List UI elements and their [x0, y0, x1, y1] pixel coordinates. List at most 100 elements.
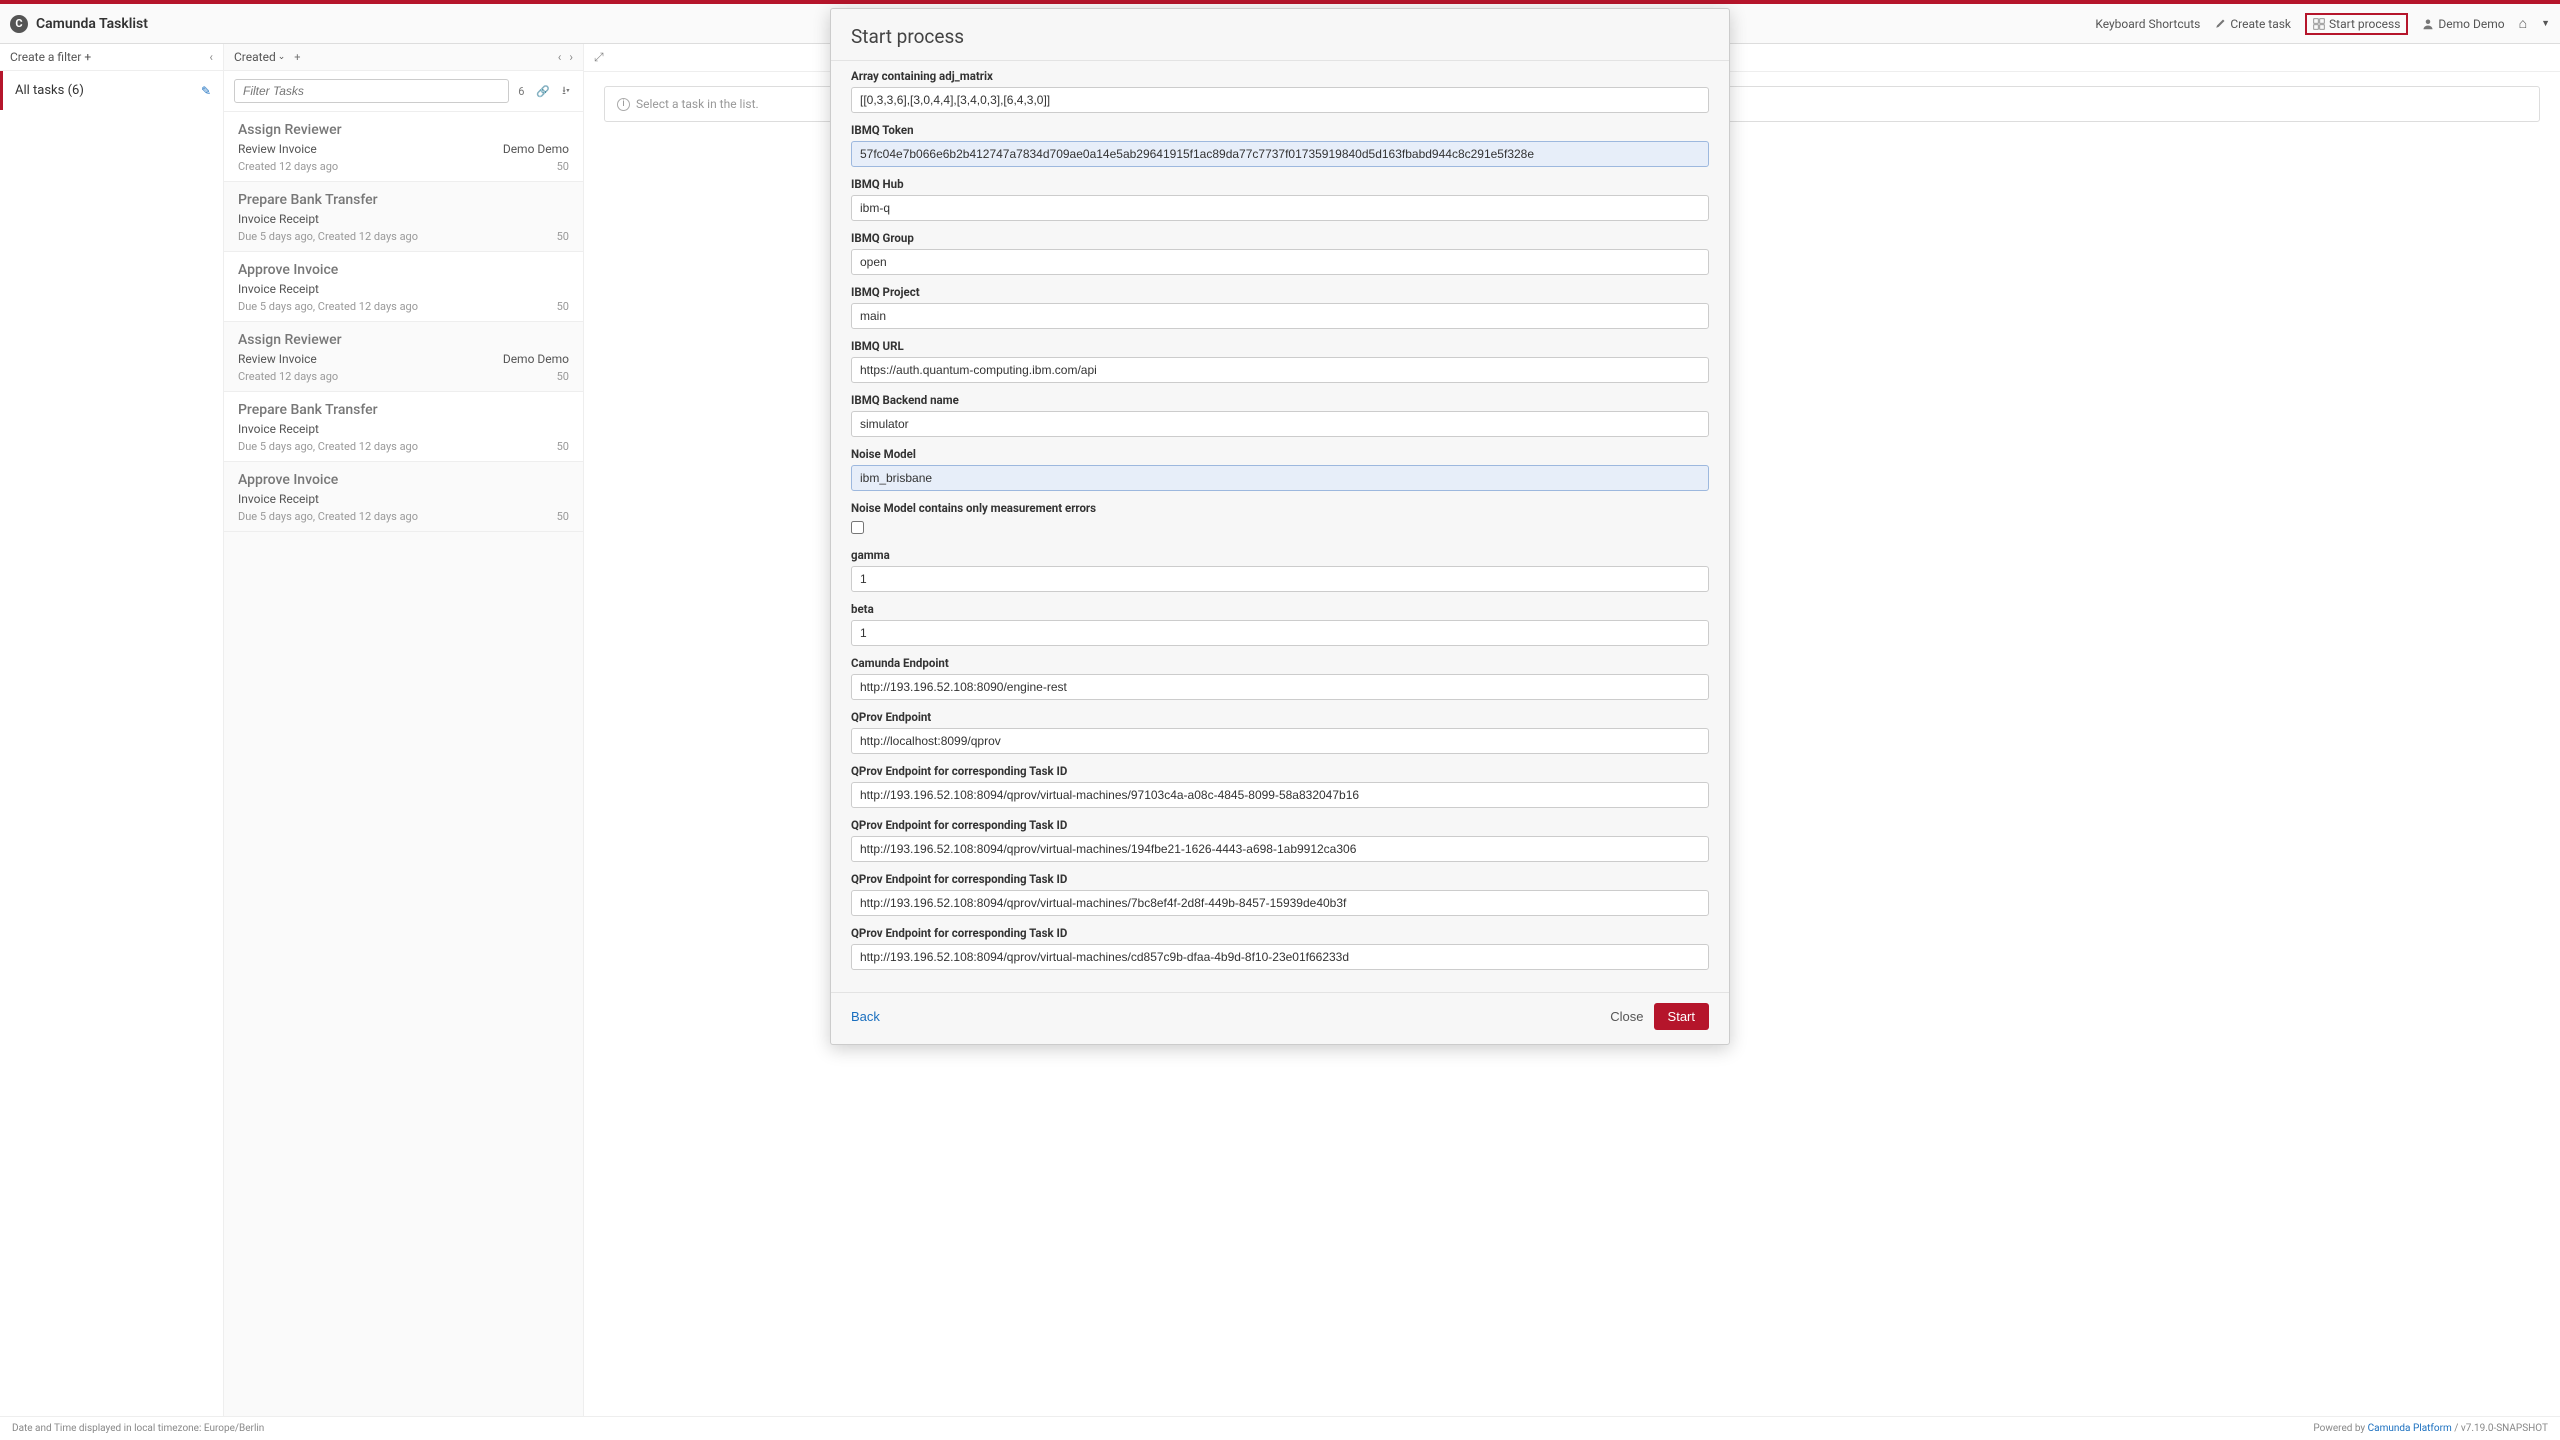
task-card[interactable]: Approve InvoiceInvoice ReceiptDue 5 days…	[224, 462, 583, 532]
form-group: Array containing adj_matrix	[851, 69, 1709, 113]
user-menu[interactable]: Demo Demo	[2422, 17, 2504, 31]
footer-powered-post: / v7.19.0-SNAPSHOT	[2452, 1423, 2548, 1434]
form-group: IBMQ Hub	[851, 177, 1709, 221]
footer-timezone: Date and Time displayed in local timezon…	[12, 1423, 264, 1434]
form-input[interactable]	[851, 782, 1709, 808]
form-input[interactable]	[851, 674, 1709, 700]
task-meta: Due 5 days ago, Created 12 days ago	[238, 230, 418, 243]
app-title: Camunda Tasklist	[36, 16, 148, 32]
form-label: Noise Model	[851, 447, 1709, 461]
task-list: Assign Reviewer Review Invoice Demo Demo Cr…	[224, 112, 583, 1416]
form-label: IBMQ Group	[851, 231, 1709, 245]
form-group: QProv Endpoint	[851, 710, 1709, 754]
form-input[interactable]	[851, 87, 1709, 113]
modal-footer: Back Close Start	[831, 992, 1729, 1044]
create-task-link[interactable]: Create task	[2214, 17, 2291, 31]
expand-detail-icon[interactable]: ⤢	[594, 50, 604, 65]
task-priority: 50	[557, 440, 569, 453]
form-label: QProv Endpoint for corresponding Task ID	[851, 872, 1709, 886]
task-title: Assign Reviewer	[238, 332, 569, 348]
footer: Date and Time displayed in local timezon…	[0, 1416, 2560, 1440]
footer-camunda-link[interactable]: Camunda Platform	[2368, 1423, 2452, 1434]
form-label: IBMQ Backend name	[851, 393, 1709, 407]
modal-title: Start process	[831, 9, 1729, 61]
add-sort-icon[interactable]: +	[291, 51, 303, 64]
tasklist-collapse-left-icon[interactable]: ‹	[558, 50, 562, 64]
tasklist-collapse-right-icon[interactable]: ›	[569, 50, 573, 64]
form-label: QProv Endpoint for corresponding Task ID	[851, 818, 1709, 832]
task-title: Assign Reviewer	[238, 122, 569, 138]
form-checkbox[interactable]	[851, 521, 864, 534]
export-icon[interactable]: ⭳▾	[559, 82, 573, 101]
filter-item-all-tasks[interactable]: All tasks (6) ✎	[0, 71, 223, 110]
user-name: Demo Demo	[2438, 17, 2504, 31]
edit-filter-icon[interactable]: ✎	[201, 84, 211, 98]
start-process-button[interactable]: Start process	[2305, 13, 2408, 35]
plus-icon: +	[84, 50, 91, 64]
form-label: Noise Model contains only measurement er…	[851, 501, 1709, 515]
detail-placeholder-text: Select a task in the list.	[636, 97, 759, 111]
keyboard-shortcuts-link[interactable]: Keyboard Shortcuts	[2095, 17, 2200, 31]
form-group: beta	[851, 602, 1709, 646]
task-title: Prepare Bank Transfer	[238, 402, 569, 418]
task-card[interactable]: Assign ReviewerReview InvoiceDemo DemoCr…	[224, 322, 583, 392]
form-label: IBMQ Project	[851, 285, 1709, 299]
create-filter-link[interactable]: Create a filter +	[10, 50, 91, 64]
link-icon[interactable]: 🔗	[533, 85, 553, 98]
form-label: QProv Endpoint	[851, 710, 1709, 724]
form-input[interactable]	[851, 195, 1709, 221]
task-meta: Due 5 days ago, Created 12 days ago	[238, 510, 418, 523]
form-label: beta	[851, 602, 1709, 616]
form-label: QProv Endpoint for corresponding Task ID	[851, 926, 1709, 940]
start-button[interactable]: Start	[1654, 1003, 1709, 1030]
task-meta: Created 12 days ago	[238, 370, 338, 383]
task-assignee: Demo Demo	[503, 142, 569, 156]
tasklist-panel: Created ⌄ + ‹ › 6 🔗 ⭳▾ Assign Reviewer Re…	[224, 44, 584, 1416]
form-input[interactable]	[851, 620, 1709, 646]
form-group: QProv Endpoint for corresponding Task ID	[851, 926, 1709, 970]
filter-tasks-input[interactable]	[234, 79, 509, 103]
sort-by-created[interactable]: Created ⌄	[234, 50, 285, 64]
form-group: QProv Endpoint for corresponding Task ID	[851, 872, 1709, 916]
form-input[interactable]	[851, 249, 1709, 275]
task-card[interactable]: Approve InvoiceInvoice ReceiptDue 5 days…	[224, 252, 583, 322]
play-grid-icon	[2313, 18, 2325, 30]
form-group: Noise Model	[851, 447, 1709, 491]
form-input[interactable]	[851, 303, 1709, 329]
home-icon[interactable]: ⌂	[2519, 15, 2527, 32]
tasklist-count-badge: 6	[515, 85, 527, 98]
sort-label: Created	[234, 50, 276, 64]
task-card[interactable]: Prepare Bank TransferInvoice ReceiptDue …	[224, 392, 583, 462]
form-group: IBMQ Group	[851, 231, 1709, 275]
form-input[interactable]	[851, 357, 1709, 383]
task-title: Approve Invoice	[238, 262, 569, 278]
close-button[interactable]: Close	[1610, 1009, 1643, 1024]
form-input[interactable]	[851, 141, 1709, 167]
modal-body: Array containing adj_matrixIBMQ TokenIBM…	[831, 61, 1729, 992]
form-input[interactable]	[851, 836, 1709, 862]
user-icon	[2422, 18, 2434, 30]
task-priority: 50	[557, 300, 569, 313]
form-input[interactable]	[851, 465, 1709, 491]
task-card[interactable]: Prepare Bank TransferInvoice ReceiptDue …	[224, 182, 583, 252]
form-group: IBMQ URL	[851, 339, 1709, 383]
filters-sidebar: Create a filter + ‹ All tasks (6) ✎	[0, 44, 224, 1416]
form-input[interactable]	[851, 890, 1709, 916]
task-meta: Created 12 days ago	[238, 160, 338, 173]
form-input[interactable]	[851, 944, 1709, 970]
app-switcher-caret-icon[interactable]: ▼	[2541, 18, 2550, 29]
info-icon: i	[617, 98, 630, 111]
task-process: Invoice Receipt	[238, 492, 319, 506]
task-process: Review Invoice	[238, 352, 317, 366]
task-process: Invoice Receipt	[238, 422, 319, 436]
collapse-filters-icon[interactable]: ‹	[209, 50, 213, 64]
form-input[interactable]	[851, 411, 1709, 437]
form-group: IBMQ Project	[851, 285, 1709, 329]
task-process: Invoice Receipt	[238, 212, 319, 226]
back-button[interactable]: Back	[851, 1009, 880, 1024]
form-input[interactable]	[851, 728, 1709, 754]
pencil-icon	[2214, 18, 2226, 30]
task-card[interactable]: Assign ReviewerReview InvoiceDemo DemoCr…	[224, 112, 583, 182]
form-input[interactable]	[851, 566, 1709, 592]
start-process-modal: Start process Array containing adj_matri…	[830, 8, 1730, 1045]
